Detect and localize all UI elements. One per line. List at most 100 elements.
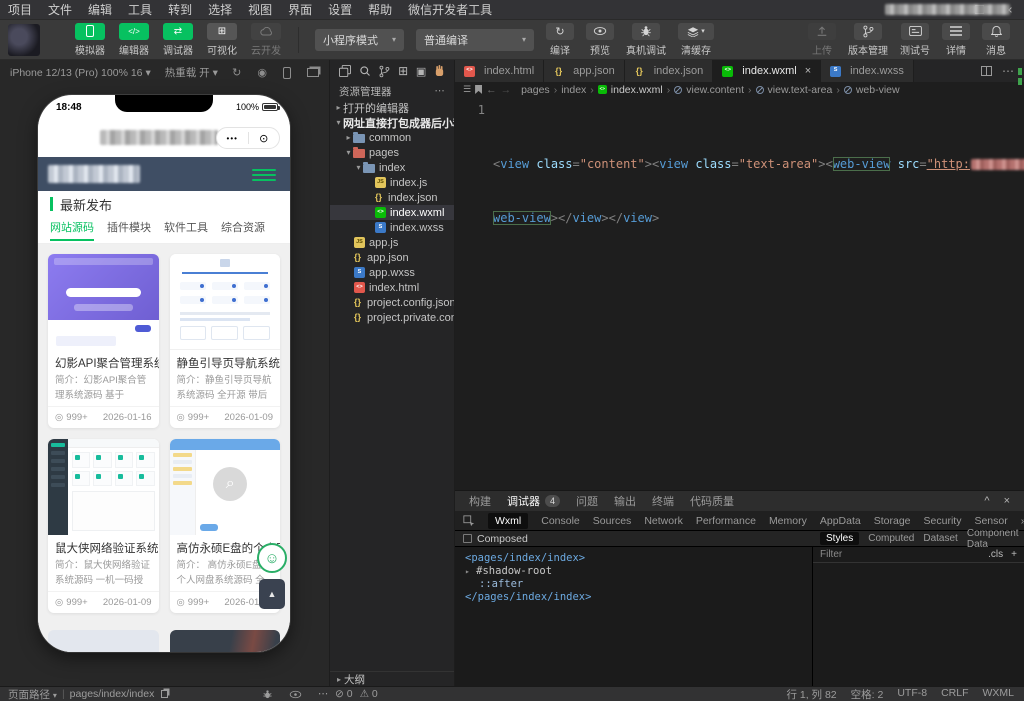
- tab-styles[interactable]: Styles: [820, 532, 860, 545]
- tree-item-pages[interactable]: ▾ pages: [330, 145, 454, 160]
- details-button[interactable]: 详情: [942, 22, 970, 57]
- split-editor-icon[interactable]: [981, 66, 992, 76]
- simulator-toggle-button[interactable]: 模拟器: [75, 22, 105, 57]
- more-actions-icon[interactable]: ⋯: [1002, 64, 1014, 78]
- resource-card[interactable]: 幻影API聚合管理系统... 简介：幻影API聚合管理系统源码 基于 PHP+M…: [48, 254, 159, 428]
- tree-item-index-json[interactable]: {} index.json: [330, 190, 454, 205]
- devtool-performance[interactable]: Performance: [696, 515, 756, 527]
- menu-settings[interactable]: 设置: [320, 0, 360, 20]
- forward-icon[interactable]: →: [501, 84, 512, 96]
- indent-setting[interactable]: 空格: 2: [851, 687, 884, 701]
- close-panel-icon[interactable]: ×: [1004, 495, 1010, 507]
- devtool-appdata[interactable]: AppData: [820, 515, 861, 527]
- tab-plugin-module[interactable]: 插件模块: [107, 219, 151, 239]
- menu-select[interactable]: 选择: [200, 0, 240, 20]
- tab-problems[interactable]: 问题: [576, 493, 598, 509]
- test-account-button[interactable]: 测试号: [900, 22, 930, 57]
- device-select[interactable]: iPhone 12/13 (Pro) 100% 16 ▾: [10, 67, 151, 79]
- tree-item-index-wxss[interactable]: S index.wxss: [330, 220, 454, 235]
- resource-card[interactable]: 鼠大侠网络验证系统源... 简介：鼠大侠网络验证系统源码 一机一码授权验证 全开…: [48, 439, 159, 613]
- tab-debugger[interactable]: 调试器 4: [507, 493, 561, 509]
- outline-section[interactable]: ▸ 大纲: [330, 671, 454, 686]
- open-editors-section[interactable]: ▸ 打开的编辑器: [330, 100, 454, 115]
- cls-toggle[interactable]: .cls: [988, 549, 1003, 560]
- hand-icon[interactable]: [434, 65, 445, 77]
- git-icon[interactable]: [378, 65, 390, 78]
- compile-mode-select[interactable]: 普通编译 ▾: [416, 28, 535, 51]
- avatar[interactable]: [8, 23, 40, 56]
- breadcrumb-file[interactable]: index.wxml: [611, 84, 663, 96]
- menu-project[interactable]: 项目: [0, 0, 40, 20]
- devtool-console[interactable]: Console: [541, 515, 580, 527]
- back-icon[interactable]: ←: [486, 84, 497, 96]
- devtool-sensor[interactable]: Sensor: [974, 515, 1007, 527]
- tree-item-index-wxml[interactable]: <> index.wxml: [330, 205, 454, 220]
- bug-icon[interactable]: [262, 689, 273, 700]
- outline-toggle-icon[interactable]: ☰: [463, 84, 471, 95]
- rotate-icon[interactable]: ↻: [232, 66, 241, 79]
- tab-software-tools[interactable]: 软件工具: [164, 219, 208, 239]
- resource-card[interactable]: 静鱼引导页导航系统源... 简介：静鱼引导页导航系统源码 全开源 带后台 测试环…: [169, 254, 280, 428]
- tab-dataset[interactable]: Dataset: [923, 533, 957, 544]
- device-frame-icon[interactable]: [283, 66, 291, 79]
- tab-index-json[interactable]: {} index.json: [624, 60, 714, 82]
- version-manage-button[interactable]: 版本管理: [848, 22, 888, 57]
- clear-cache-button[interactable]: ▾ 清缓存: [678, 22, 715, 57]
- composed-checkbox[interactable]: Composed: [455, 533, 528, 545]
- menu-edit[interactable]: 编辑: [80, 0, 120, 20]
- current-page-path[interactable]: pages/index/index: [70, 688, 155, 700]
- chat-float-button[interactable]: ☺: [257, 543, 287, 573]
- messages-button[interactable]: 消息: [982, 22, 1010, 57]
- devtool-security[interactable]: Security: [924, 515, 962, 527]
- tab-index-wxml[interactable]: <> index.wxml ×: [713, 60, 822, 82]
- more-actions-icon[interactable]: ⋯: [435, 85, 446, 97]
- breadcrumb-view-content[interactable]: view.content: [686, 84, 744, 96]
- breadcrumb-index[interactable]: index: [561, 84, 586, 96]
- close-miniprogram-button[interactable]: ⊙: [249, 132, 280, 145]
- tree-item-app-wxss[interactable]: S app.wxss: [330, 265, 454, 280]
- menu-help[interactable]: 帮助: [360, 0, 400, 20]
- page-path-select[interactable]: 页面路径 ▾: [8, 687, 57, 701]
- menu-view[interactable]: 视图: [240, 0, 280, 20]
- tab-misc-resources[interactable]: 综合资源: [221, 219, 265, 239]
- collapse-panel-icon[interactable]: ^: [984, 495, 989, 507]
- tree-item-app-json[interactable]: {} app.json: [330, 250, 454, 265]
- copy-icon[interactable]: [161, 690, 169, 698]
- extensions-icon[interactable]: ⊞: [398, 64, 408, 78]
- tree-item-common[interactable]: ▸ common: [330, 130, 454, 145]
- devtool-storage[interactable]: Storage: [874, 515, 911, 527]
- mode-select[interactable]: 小程序模式 ▾: [315, 28, 405, 51]
- add-rule-button[interactable]: +: [1011, 549, 1017, 560]
- cursor-position[interactable]: 行 1, 列 82: [786, 687, 836, 701]
- eye-icon[interactable]: [289, 690, 302, 699]
- back-to-top-button[interactable]: ▲: [259, 579, 285, 609]
- tab-terminal[interactable]: 终端: [652, 493, 674, 509]
- code-area[interactable]: 1 <view class="content"><view class="tex…: [455, 97, 1024, 263]
- record-icon[interactable]: ◉: [257, 66, 267, 79]
- debugger-toggle-button[interactable]: ⇄ 调试器: [163, 22, 193, 57]
- tab-computed[interactable]: Computed: [868, 533, 914, 544]
- tree-item-index-html[interactable]: <> index.html: [330, 280, 454, 295]
- preview-icon[interactable]: ▣: [416, 65, 426, 78]
- devtool-memory[interactable]: Memory: [769, 515, 807, 527]
- hamburger-menu-icon[interactable]: [252, 166, 276, 184]
- tab-code-quality[interactable]: 代码质量: [690, 493, 734, 509]
- compile-button[interactable]: ↻ 编译: [546, 22, 575, 57]
- language-mode[interactable]: WXML: [983, 687, 1015, 701]
- breadcrumb-pages[interactable]: pages: [521, 84, 550, 96]
- detach-window-icon[interactable]: [307, 68, 319, 77]
- inspect-icon[interactable]: [463, 514, 475, 527]
- menu-goto[interactable]: 转到: [160, 0, 200, 20]
- more-menu-button[interactable]: •••: [217, 134, 248, 143]
- tab-website-source[interactable]: 网站源码: [50, 219, 94, 241]
- device-debug-button[interactable]: 真机调试: [626, 22, 666, 57]
- tree-item-project-config[interactable]: {} project.config.json: [330, 295, 454, 310]
- close-tab-icon[interactable]: ×: [805, 65, 811, 77]
- eol-setting[interactable]: CRLF: [941, 687, 968, 701]
- tab-index-html[interactable]: <> index.html: [455, 60, 545, 82]
- preview-button[interactable]: 预览: [586, 22, 615, 57]
- encoding-setting[interactable]: UTF-8: [897, 687, 927, 701]
- tab-output[interactable]: 输出: [614, 493, 636, 509]
- visualization-button[interactable]: ⊞ 可视化: [207, 22, 237, 57]
- tab-app-json[interactable]: {} app.json: [544, 60, 625, 82]
